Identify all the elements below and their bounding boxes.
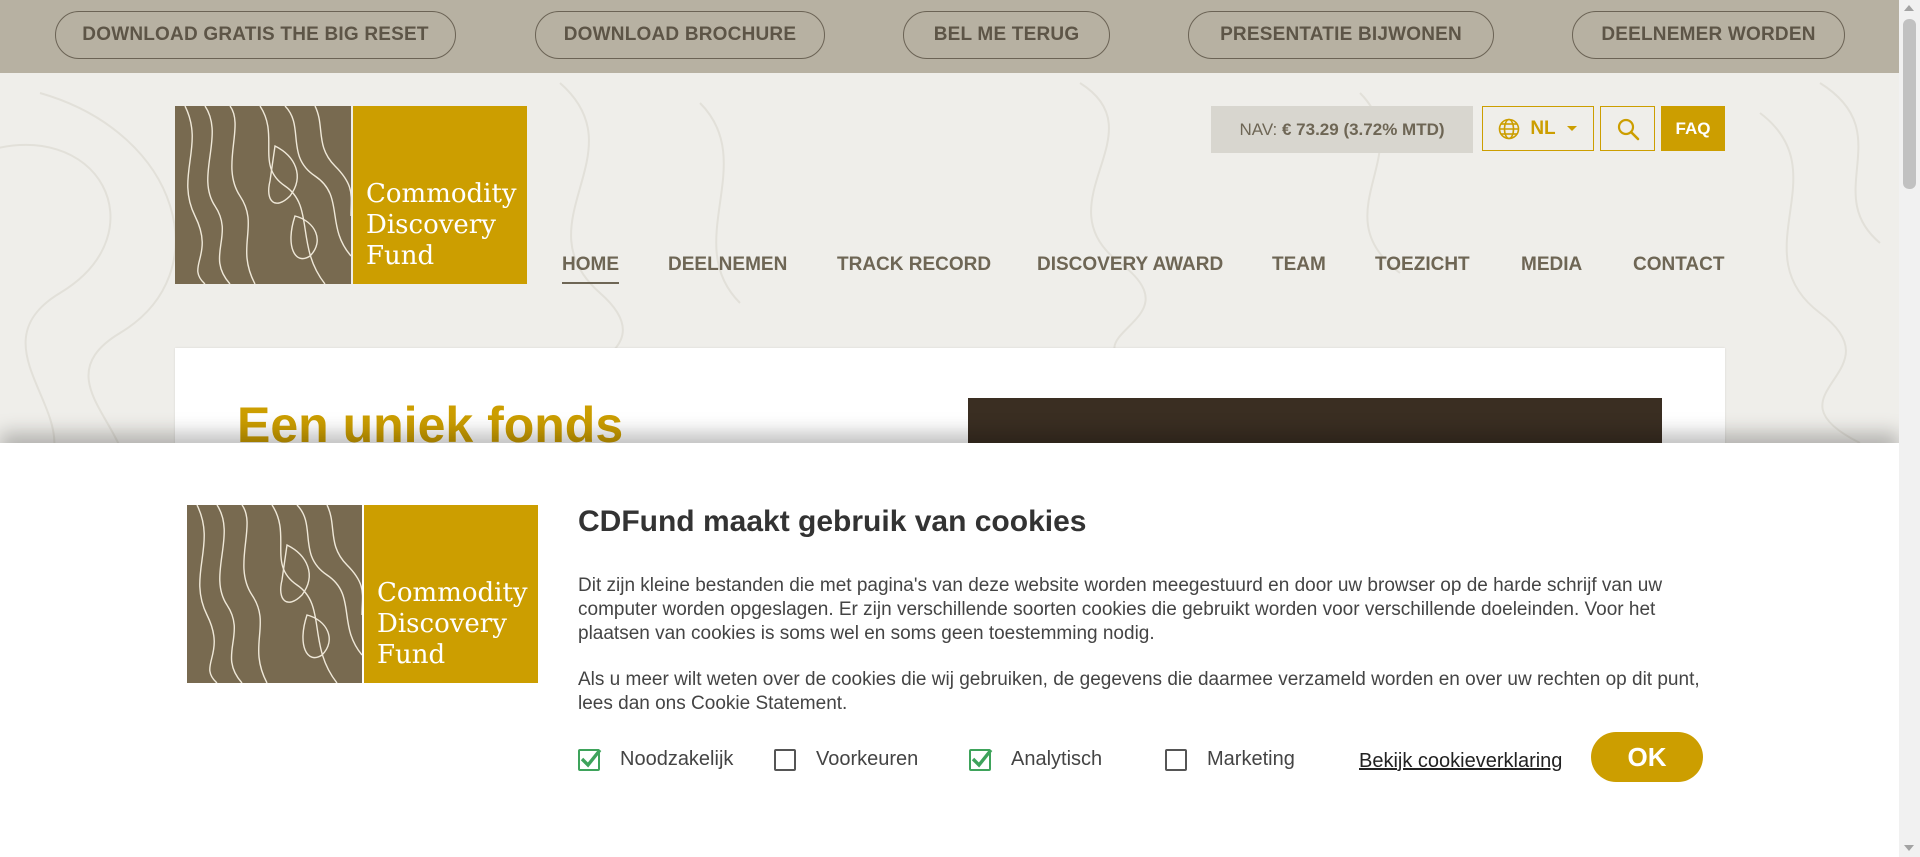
cookie-logo-lines [196,504,364,684]
cookie-title: CDFund maakt gebruik van cookies [578,505,1087,538]
cookie-banner: Commodity Discovery Fund CDFund maakt ge… [0,443,1899,857]
logo-line-1: Commodity [366,179,517,209]
menu-item-deelnemen[interactable]: DEELNEMEN [668,254,787,276]
ok-button[interactable]: OK [1591,732,1703,782]
caret-down-icon [1566,125,1577,131]
scroll-up-arrow[interactable] [1904,5,1914,11]
checkbox-box[interactable] [578,748,602,771]
attend-presentation-button[interactable]: PRESENTATIE BIJWONEN [1188,11,1494,59]
checkbox-label: Analytisch [1011,748,1103,770]
menu-item-contact[interactable]: CONTACT [1633,254,1724,276]
menu-item-team[interactable]: TEAM [1272,254,1326,276]
cookie-logo-line-2: Discovery [377,609,507,639]
checkbox-voorkeuren[interactable]: Voorkeuren [774,748,918,771]
logo-line-2: Discovery [366,210,496,240]
nav-value: € 73.29 (3.72% MTD) [1282,119,1445,139]
scrollbar-thumb[interactable] [1903,19,1916,189]
cookie-logo-line-1: Commodity [377,578,528,608]
language-label: NL [1530,117,1556,139]
checkbox-label: Voorkeuren [816,748,919,770]
download-big-reset-button[interactable]: DOWNLOAD GRATIS THE BIG RESET [55,11,456,59]
cookie-logo: Commodity Discovery Fund [187,504,538,684]
scrollbar[interactable] [1899,0,1920,857]
become-participant-button[interactable]: DEELNEMER WORDEN [1572,11,1845,59]
search-button[interactable] [1600,106,1655,151]
download-brochure-button[interactable]: DOWNLOAD BROCHURE [535,11,825,59]
search-icon [1617,118,1639,140]
checkbox-box[interactable] [1165,748,1187,771]
menu-item-toezicht[interactable]: TOEZICHT [1375,254,1470,276]
cookie-paragraph-2: Als u meer wilt weten over de cookies di… [578,669,1700,714]
cookie-logo-text: Commodity Discovery Fund [364,505,538,683]
checkbox-label: Noodzakelijk [620,748,734,770]
call-me-back-button[interactable]: BEL ME TERUG [903,11,1110,59]
cookie-logo-line-3: Fund [377,640,446,670]
scroll-down-arrow[interactable] [1904,845,1914,851]
checkbox-noodzakelijk[interactable]: Noodzakelijk [578,748,733,771]
cookie-logo-art [187,504,364,684]
menu-item-media[interactable]: MEDIA [1521,254,1582,276]
checkmark-icon [971,748,993,768]
language-selector[interactable]: NL [1482,106,1594,151]
checkbox-box[interactable] [969,748,993,771]
top-action-bar: DOWNLOAD GRATIS THE BIG RESET DOWNLOAD B… [0,0,1899,73]
menu-item-discovery-award[interactable]: DISCOVERY AWARD [1037,254,1223,276]
cookie-statement-link[interactable]: Bekijk cookieverklaring [1359,750,1562,773]
checkbox-analytisch[interactable]: Analytisch [969,748,1102,771]
menu-item-home[interactable]: HOME [562,254,619,284]
checkmark-icon [580,748,602,768]
faq-button[interactable]: FAQ [1661,106,1725,151]
globe-icon [1499,118,1520,139]
cookie-paragraph-1: Dit zijn kleine bestanden die met pagina… [578,575,1663,644]
checkbox-box[interactable] [774,748,796,771]
checkbox-label: Marketing [1207,748,1295,770]
menu-item-track-record[interactable]: TRACK RECORD [837,254,991,276]
nav-price-badge: NAV: € 73.29 (3.72% MTD) [1211,106,1473,153]
nav-label: NAV: [1239,119,1278,139]
checkbox-marketing[interactable]: Marketing [1165,748,1295,771]
main-navigation: HOME DEELNEMEN TRACK RECORD DISCOVERY AW… [0,254,1899,286]
